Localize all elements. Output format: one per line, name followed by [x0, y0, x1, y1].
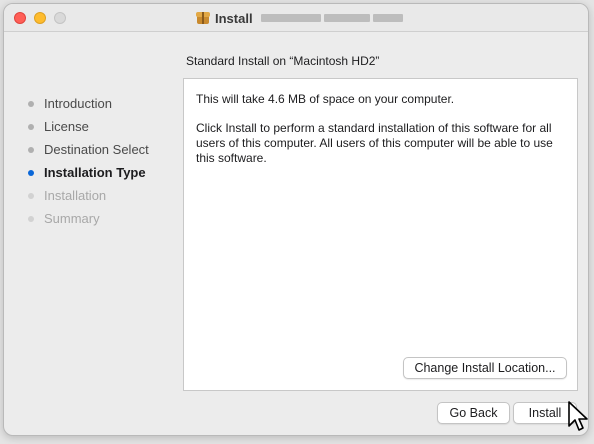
step-installation: Installation [24, 184, 184, 207]
window-title-text: Install [215, 10, 253, 26]
step-bullet-icon [28, 216, 34, 222]
step-bullet-icon [28, 170, 34, 176]
step-label: Installation [44, 188, 107, 203]
arrow-cursor-icon [568, 401, 588, 431]
step-label: Introduction [44, 96, 112, 111]
step-bullet-icon [28, 193, 34, 199]
step-installation-type: Installation Type [24, 161, 184, 184]
redacted-package-name [260, 14, 403, 22]
content-panel: This will take 4.6 MB of space on your c… [183, 78, 578, 391]
zoom-window-button[interactable] [54, 12, 66, 24]
close-window-button[interactable] [14, 12, 26, 24]
step-license: License [24, 115, 184, 138]
go-back-button[interactable]: Go Back [437, 402, 510, 424]
step-summary: Summary [24, 207, 184, 230]
space-required-text: This will take 4.6 MB of space on your c… [196, 92, 455, 106]
step-label: Summary [44, 211, 100, 226]
package-icon [196, 12, 210, 24]
window-title: Install [196, 10, 403, 26]
installer-steps-sidebar: Introduction License Destination Select … [24, 92, 184, 230]
minimize-window-button[interactable] [34, 12, 46, 24]
step-label: Destination Select [44, 142, 149, 157]
install-destination-heading: Standard Install on “Macintosh HD2” [186, 54, 380, 68]
step-bullet-icon [28, 124, 34, 130]
step-introduction: Introduction [24, 92, 184, 115]
step-label: License [44, 119, 89, 134]
step-bullet-icon [28, 101, 34, 107]
step-destination-select: Destination Select [24, 138, 184, 161]
install-description-text: Click Install to perform a standard inst… [196, 121, 553, 165]
step-label: Installation Type [44, 165, 146, 180]
installer-window: Install Standard Install on “Macintosh H… [3, 3, 589, 436]
change-install-location-button[interactable]: Change Install Location... [403, 357, 567, 379]
step-bullet-icon [28, 147, 34, 153]
title-bar[interactable]: Install [4, 4, 588, 32]
